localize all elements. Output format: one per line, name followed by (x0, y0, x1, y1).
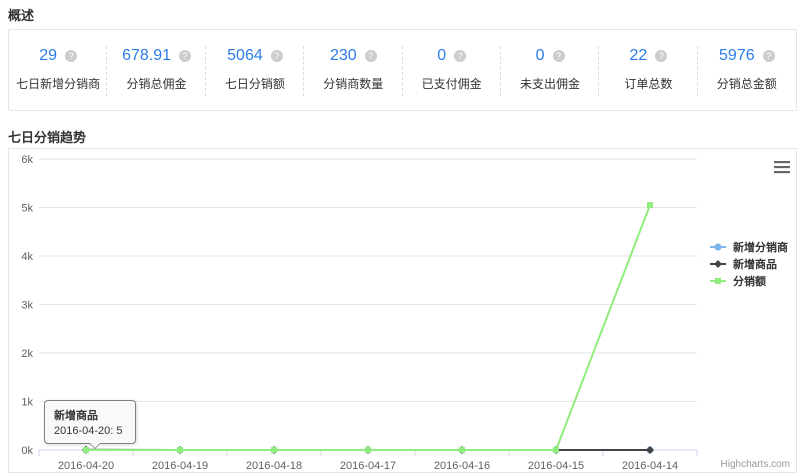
stat-label: 已支付佣金 (403, 75, 501, 92)
y-axis-label: 5k (21, 203, 33, 215)
y-axis-label: 3k (21, 300, 33, 312)
stat-card-total-commission: 678.91? 分销总佣金 (107, 30, 205, 110)
stat-value: 678.91 (122, 47, 171, 65)
help-icon[interactable]: ? (553, 50, 565, 62)
stat-label: 七日分销额 (206, 75, 304, 92)
y-axis-label: 0k (21, 445, 33, 457)
tooltip-value: 2016-04-20: 5 (54, 425, 126, 437)
stat-value: 29 (39, 47, 57, 65)
legend-item-2[interactable]: 分销额 (709, 272, 788, 289)
stat-label: 订单总数 (599, 75, 697, 92)
stat-card-total-sales-amount: 5976? 分销总金额 (698, 30, 796, 110)
legend-marker-icon (709, 241, 729, 253)
help-icon[interactable]: ? (365, 50, 377, 62)
stat-value: 22 (630, 47, 648, 65)
legend-marker-icon (709, 258, 729, 270)
legend-marker-icon (709, 275, 729, 287)
help-icon[interactable]: ? (763, 50, 775, 62)
help-icon[interactable]: ? (271, 50, 283, 62)
stat-label: 分销总佣金 (107, 75, 205, 92)
stat-card-sales-7d: 5064? 七日分销额 (206, 30, 304, 110)
stat-value: 5976 (719, 47, 755, 65)
y-axis-label: 4k (21, 251, 33, 263)
y-axis-label: 1k (21, 397, 33, 409)
legend-item-1[interactable]: 新增商品 (709, 255, 788, 272)
x-axis-label: 2016-04-18 (246, 460, 302, 472)
y-axis-label: 2k (21, 348, 33, 360)
stat-card-new-distributors-7d: 29? 七日新增分销商 (9, 30, 107, 110)
stat-value: 0 (536, 47, 545, 65)
chart-legend: 新增分销商新增商品分销额 (709, 238, 788, 289)
stat-label: 未支出佣金 (501, 75, 599, 92)
chart-tooltip: 新增商品 2016-04-20: 5 (44, 400, 136, 444)
trend-chart: 0k 1k 2k 3k 4k 5k 6k 2016-04-20 2016-04-19 2016-0… (8, 148, 797, 473)
stat-value: 5064 (227, 47, 263, 65)
y-axis-label: 6k (21, 154, 33, 166)
help-icon[interactable]: ? (655, 50, 667, 62)
stat-card-unpaid-commission: 0? 未支出佣金 (501, 30, 599, 110)
x-axis-label: 2016-04-16 (434, 460, 490, 472)
chart-menu-icon[interactable] (774, 161, 790, 174)
tooltip-series-name: 新增商品 (54, 407, 126, 423)
stat-value: 230 (330, 47, 357, 65)
legend-label: 新增商品 (733, 256, 777, 272)
legend-label: 分销额 (733, 273, 766, 289)
x-axis-label: 2016-04-14 (622, 460, 678, 472)
stat-card-order-total: 22? 订单总数 (599, 30, 697, 110)
x-axis-label: 2016-04-20 (58, 460, 114, 472)
stat-value: 0 (437, 47, 446, 65)
overview-title: 概述 (8, 5, 34, 24)
series-2[interactable] (83, 202, 653, 453)
x-axis-label: 2016-04-19 (152, 460, 208, 472)
help-icon[interactable]: ? (454, 50, 466, 62)
stat-card-paid-commission: 0? 已支付佣金 (403, 30, 501, 110)
highcharts-credits-link[interactable]: Highcharts.com (721, 459, 790, 470)
stats-summary-box: 29? 七日新增分销商 678.91? 分销总佣金 5064? 七日分销额 23… (8, 29, 797, 111)
help-icon[interactable]: ? (179, 50, 191, 62)
legend-item-0[interactable]: 新增分销商 (709, 238, 788, 255)
stat-label: 分销商数量 (304, 75, 402, 92)
x-axis-label: 2016-04-17 (340, 460, 396, 472)
stat-card-distributor-count: 230? 分销商数量 (304, 30, 402, 110)
stat-label: 分销总金额 (698, 75, 796, 92)
legend-label: 新增分销商 (733, 239, 788, 255)
x-axis-label: 2016-04-15 (528, 460, 584, 472)
trend-section-title: 七日分销趋势 (8, 127, 86, 146)
stat-label: 七日新增分销商 (9, 75, 107, 92)
help-icon[interactable]: ? (65, 50, 77, 62)
